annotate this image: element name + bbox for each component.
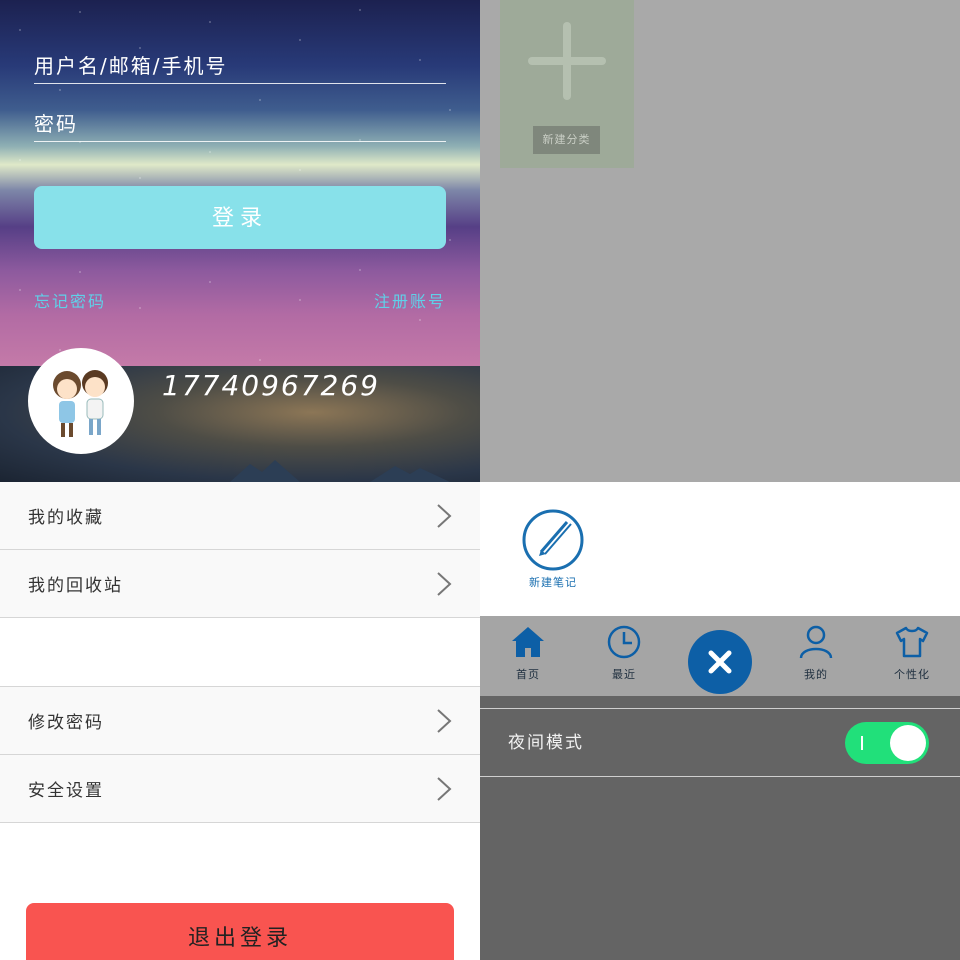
plus-icon [528, 22, 606, 100]
menu-item-security-settings[interactable]: 安全设置 [0, 755, 480, 823]
menu-item-recycle-bin[interactable]: 我的回收站 [0, 550, 480, 618]
person-icon [799, 625, 833, 659]
chevron-right-icon [437, 708, 452, 733]
tab-label: 最近 [612, 668, 636, 681]
menu-item-label: 我的回收站 [28, 576, 123, 596]
tab-home[interactable]: 首页 [496, 624, 560, 682]
menu-item-label: 我的收藏 [28, 508, 104, 528]
login-button[interactable]: 登录 [34, 186, 446, 249]
menu-item-change-password[interactable]: 修改密码 [0, 687, 480, 755]
menu-group-1: 我的收藏 我的回收站 [0, 482, 480, 618]
username-field[interactable]: 用户名/邮箱/手机号 [34, 48, 446, 84]
menu-group-2: 修改密码 安全设置 [0, 686, 480, 823]
password-field[interactable]: 密码 [34, 106, 446, 142]
menu-item-favorites[interactable]: 我的收藏 [0, 482, 480, 550]
register-link[interactable]: 注册账号 [374, 288, 446, 312]
new-note-label[interactable]: 新建笔记 [513, 574, 593, 590]
close-fab-button[interactable] [688, 630, 752, 694]
toggle-knob [890, 725, 926, 761]
shirt-icon [895, 626, 929, 658]
night-mode-label: 夜间模式 [508, 733, 584, 753]
pencil-circle-icon[interactable] [521, 508, 585, 572]
home-icon [512, 627, 544, 657]
tab-recent[interactable]: 最近 [592, 624, 656, 682]
logout-button[interactable]: 退出登录 [26, 903, 454, 960]
login-screen: 用户名/邮箱/手机号 密码 登录 忘记密码 注册账号 [0, 0, 480, 366]
close-icon [708, 650, 732, 674]
chevron-right-icon [437, 571, 452, 596]
mountain-silhouette [230, 460, 450, 482]
chevron-right-icon [437, 776, 452, 801]
tab-label: 首页 [516, 668, 540, 681]
menu-item-label: 安全设置 [28, 781, 104, 801]
forgot-password-link[interactable]: 忘记密码 [34, 288, 106, 312]
tab-personalize[interactable]: 个性化 [880, 624, 944, 682]
new-category-label[interactable]: 新建分类 [533, 126, 600, 154]
avatar[interactable] [28, 348, 134, 454]
clock-icon [607, 625, 641, 659]
night-mode-toggle[interactable] [845, 722, 929, 764]
tab-label: 我的 [804, 668, 828, 681]
toggle-on-indicator [861, 736, 863, 750]
tab-label: 个性化 [894, 668, 930, 681]
phone-number: 17740967269 [162, 369, 380, 402]
cartoon-couple-avatar-icon [53, 370, 108, 437]
chevron-right-icon [437, 503, 452, 528]
tab-mine[interactable]: 我的 [784, 624, 848, 682]
menu-item-label: 修改密码 [28, 713, 104, 733]
